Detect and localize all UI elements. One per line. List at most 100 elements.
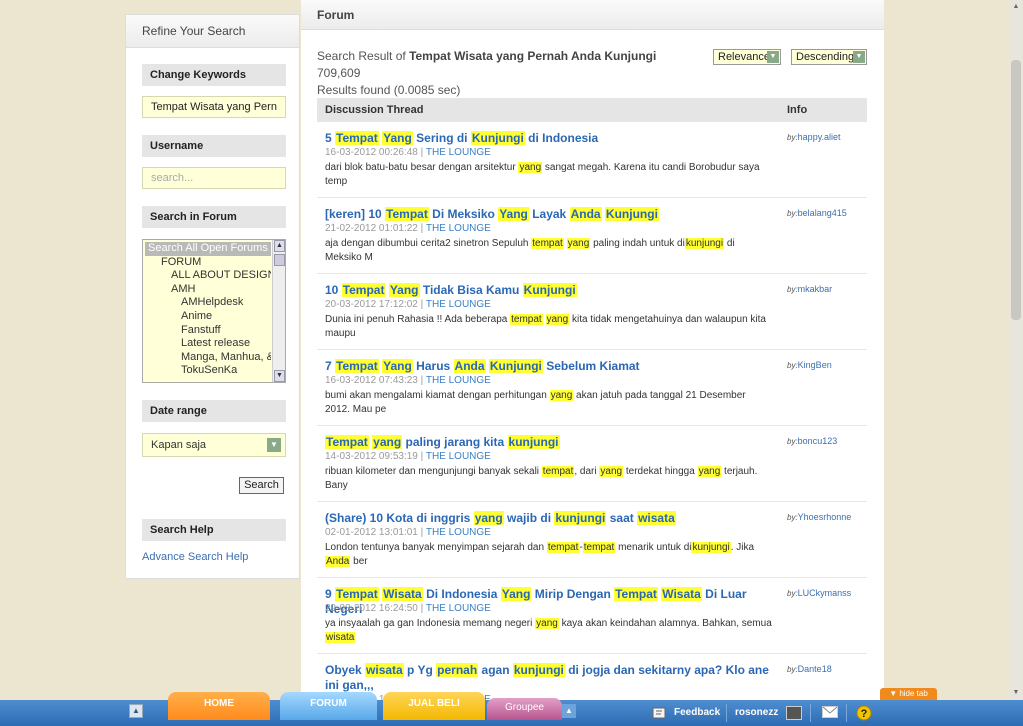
thread-meta: 20-03-2012 17:12:02 | THE LOUNGE [325, 299, 491, 310]
chevron-down-icon: ▼ [853, 51, 865, 63]
forum-results-panel: Forum Search Result of Tempat Wisata yan… [301, 0, 884, 700]
forum-option[interactable]: AMH [145, 283, 271, 297]
forum-listbox[interactable]: Search All Open Forums FORUM ALL ABOUT DES… [142, 239, 286, 383]
scroll-up-icon[interactable]: ▲ [1011, 2, 1021, 12]
svg-text:?: ? [861, 708, 868, 720]
username-link[interactable]: rosonezz [735, 700, 778, 726]
forum-option[interactable]: Latest release [145, 337, 271, 351]
col-discussion-thread: Discussion Thread [325, 104, 424, 116]
forum-list-scrollbar[interactable]: ▲ ▼ [272, 240, 285, 382]
col-info: Info [787, 104, 808, 116]
forum-option[interactable]: FORUM [145, 256, 271, 270]
thread-section-link[interactable]: THE LOUNGE [426, 451, 491, 462]
scroll-down-icon[interactable]: ▼ [1011, 688, 1021, 698]
thread-title-link[interactable]: 5 Tempat Yang Sering di Kunjungi di Indo… [325, 131, 773, 146]
summary-count: 709,609 [317, 66, 361, 80]
date-range-value: Kapan saja [151, 439, 207, 451]
avatar[interactable] [786, 706, 802, 720]
thread-section-link[interactable]: THE LOUNGE [426, 603, 491, 614]
forum-option[interactable]: Fanstuff [145, 324, 271, 338]
help-icon[interactable]: ? [856, 705, 872, 721]
author-link[interactable]: mkakbar [798, 284, 833, 294]
search-in-forum-label: Search in Forum [142, 206, 286, 228]
change-keywords-label: Change Keywords [142, 64, 286, 86]
thread-author: by:Dante18 [787, 664, 832, 674]
page-scrollbar[interactable]: ▲ ▼ [1009, 0, 1023, 700]
username-input[interactable] [142, 167, 286, 189]
forum-option[interactable]: AMHelpdesk [145, 296, 271, 310]
tab-home[interactable]: HOME [168, 692, 270, 720]
thread-snippet: Dunia ini penuh Rahasia !! Ada beberapa … [325, 314, 766, 339]
thread-section-link[interactable]: THE LOUNGE [426, 375, 491, 386]
username-label: Username [142, 135, 286, 157]
chevron-up-icon[interactable]: ▲ [562, 704, 576, 718]
thread-title-link[interactable]: Obyek wisata p Yg pernah agan kunjungi d… [325, 663, 773, 693]
thread-meta: 29-03-2012 16:24:50 | THE LOUNGE [325, 603, 491, 614]
sort-by-select[interactable]: Relevance ▼ [713, 49, 781, 65]
by-label: by: [787, 361, 798, 370]
divider [810, 704, 811, 722]
author-link[interactable]: Dante18 [798, 664, 832, 674]
tab-jual-beli[interactable]: JUAL BELI [383, 692, 485, 720]
by-label: by: [787, 209, 798, 218]
thread-section-link[interactable]: THE LOUNGE [426, 147, 491, 158]
scroll-thumb[interactable] [274, 254, 285, 266]
scroll-up-icon[interactable]: ▲ [274, 240, 285, 252]
thread-author: by:belalang415 [787, 208, 847, 218]
forum-option[interactable]: Manga, Manhua, & [145, 351, 271, 365]
summary-suffix: Results found (0.0085 sec) [317, 83, 461, 97]
sort-order-select[interactable]: Descending ▼ [791, 49, 867, 65]
thread-date: 21-02-2012 01:01:22 [325, 223, 418, 234]
search-button[interactable]: Search [239, 477, 284, 494]
scroll-down-icon[interactable]: ▼ [274, 370, 285, 382]
thread-date: 16-03-2012 00:26:48 [325, 147, 418, 158]
page-scroll-thumb[interactable] [1011, 60, 1021, 320]
result-summary: Search Result of Tempat Wisata yang Pern… [317, 48, 697, 99]
thread-title-link[interactable]: (Share) 10 Kota di inggris yang wajib di… [325, 511, 773, 526]
thread-date: 16-03-2012 07:43:23 [325, 375, 418, 386]
thread-meta: 14-03-2012 09:53:19 | THE LOUNGE [325, 451, 491, 462]
sidebar-title: Refine Your Search [126, 15, 299, 48]
thread-author: by:mkakbar [787, 284, 832, 294]
thread-title-link[interactable]: [keren] 10 Tempat Di Meksiko Yang Layak … [325, 207, 773, 222]
hide-tab-button[interactable]: ▼ hide tab [880, 688, 937, 700]
forum-option[interactable]: ALL ABOUT DESIGN [145, 269, 271, 283]
tab-forum[interactable]: FORUM [280, 692, 377, 720]
divider [846, 704, 847, 722]
table-row: 10 Tempat Yang Tidak Bisa Kamu Kunjungi 2… [317, 274, 867, 350]
mail-icon[interactable] [822, 706, 838, 720]
thread-date: 29-03-2012 16:24:50 [325, 603, 418, 614]
thread-title-link[interactable]: Tempat yang paling jarang kita kunjungi [325, 435, 773, 450]
by-label: by: [787, 589, 798, 598]
date-range-select[interactable]: Kapan saja ▼ [142, 433, 286, 457]
thread-author: by:KingBen [787, 360, 832, 370]
forum-option[interactable]: Search All Open Forums [145, 242, 271, 256]
author-link[interactable]: happy.aliet [798, 132, 841, 142]
author-link[interactable]: belalang415 [798, 208, 847, 218]
thread-section-link[interactable]: THE LOUNGE [426, 223, 491, 234]
feedback-link[interactable]: Feedback [674, 700, 720, 726]
thread-title-link[interactable]: 10 Tempat Yang Tidak Bisa Kamu Kunjungi [325, 283, 773, 298]
thread-meta: 21-02-2012 01:01:22 | THE LOUNGE [325, 223, 491, 234]
chevron-up-icon[interactable]: ▲ [129, 704, 143, 718]
author-link[interactable]: LUCkymanss [798, 588, 852, 598]
thread-title-link[interactable]: 7 Tempat Yang Harus Anda Kunjungi Sebelu… [325, 359, 773, 374]
advance-search-help-link[interactable]: Advance Search Help [142, 551, 248, 563]
forum-option[interactable]: Anime [145, 310, 271, 324]
author-link[interactable]: boncu123 [798, 436, 838, 446]
forum-option[interactable]: TokuSenKa [145, 364, 271, 378]
results-table-header: Discussion Thread Info [317, 98, 867, 122]
by-label: by: [787, 513, 798, 522]
summary-prefix: Search Result of [317, 49, 406, 63]
keywords-input[interactable] [142, 96, 286, 118]
thread-date: 20-03-2012 17:12:02 [325, 299, 418, 310]
author-link[interactable]: KingBen [798, 360, 832, 370]
thread-section-link[interactable]: THE LOUNGE [426, 527, 491, 538]
author-link[interactable]: Yhoesrhonne [798, 512, 852, 522]
thread-author: by:happy.aliet [787, 132, 841, 142]
thread-section-link[interactable]: THE LOUNGE [426, 299, 491, 310]
thread-snippet: aja dengan dibumbui cerita2 sinetron Sep… [325, 238, 735, 263]
feedback-icon [652, 706, 668, 720]
tab-groupee[interactable]: Groupee [487, 698, 562, 720]
table-row: (Share) 10 Kota di inggris yang wajib di… [317, 502, 867, 578]
